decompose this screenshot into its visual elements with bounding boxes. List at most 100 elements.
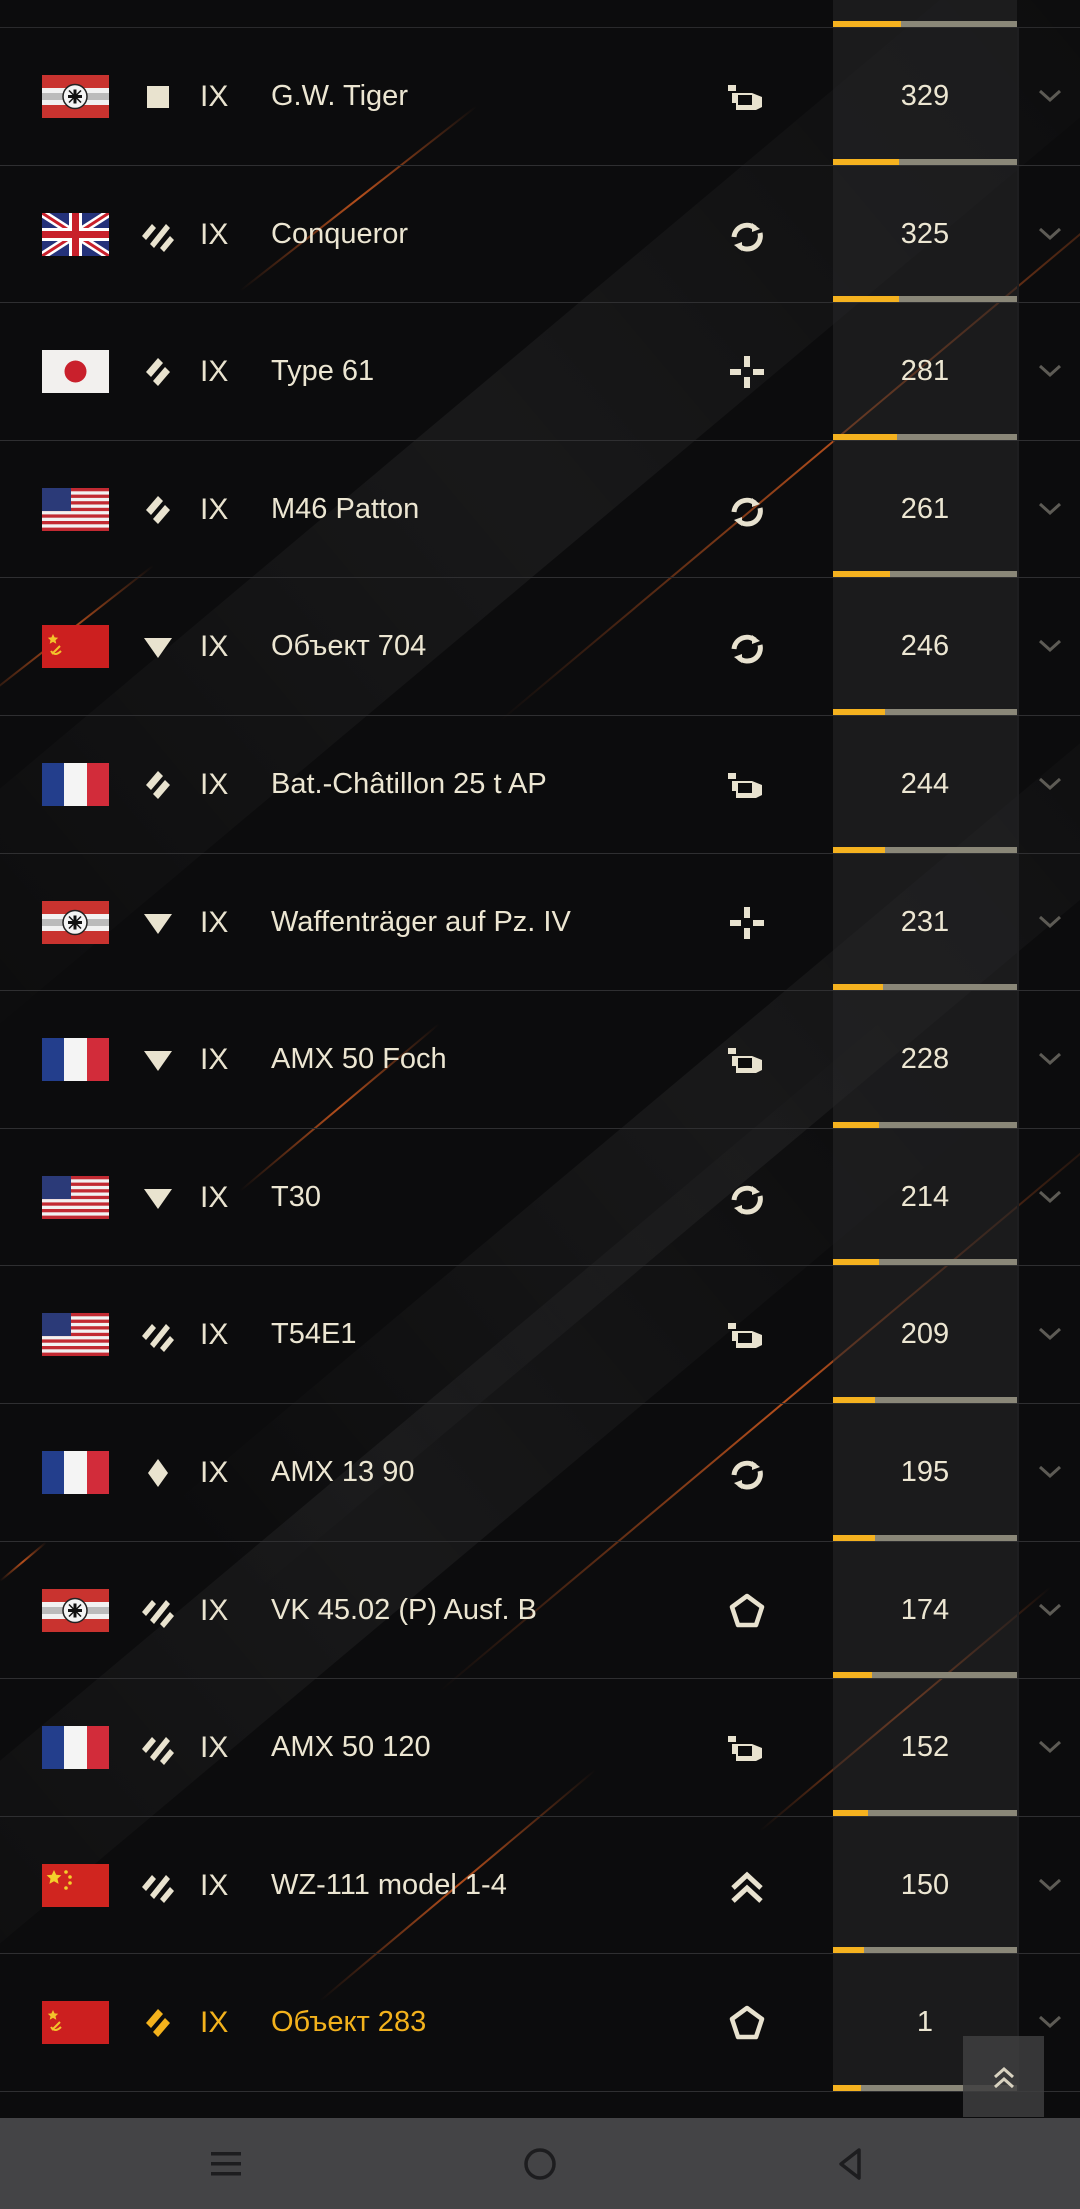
progress-bar (833, 21, 1017, 27)
vehicle-name: AMX 13 90 (271, 1455, 415, 1488)
vehicle-name: Объект 283 (271, 2006, 427, 2039)
battle-count: 228 (900, 1043, 950, 1076)
spg-role-icon (722, 1728, 772, 1768)
expand-row-button[interactable] (1030, 353, 1070, 389)
chevron-down-icon (1038, 1465, 1062, 1478)
vehicle-row[interactable]: IX Conqueror 325 (0, 165, 1080, 304)
vehicle-row[interactable]: IX WZ-111 model 1-4 150 (0, 1816, 1080, 1955)
chevron-down-icon (1038, 1741, 1062, 1754)
vehicle-tier: IX (200, 1731, 229, 1765)
vehicle-list: IX G.W. Tiger 329 IX Conqueror 325 IX Type 61 28… (0, 0, 1080, 2092)
vehicle-row[interactable]: IX Объект 283 1 (0, 1954, 1080, 2092)
progress-bar (833, 846, 1017, 853)
heavy-role-icon (722, 2003, 772, 2043)
nation-flag-france (42, 1450, 109, 1494)
nation-flag-japan (42, 350, 109, 394)
vehicle-tier: IX (200, 80, 229, 113)
vehicle-name: T54E1 (271, 1318, 357, 1351)
home-circle-icon (524, 2147, 556, 2180)
expand-row-button[interactable] (1030, 491, 1070, 527)
expand-row-button[interactable] (1030, 1454, 1070, 1490)
td-icon (138, 622, 178, 672)
battle-count: 150 (900, 1868, 950, 1901)
battle-count: 231 (900, 905, 950, 938)
expand-row-button[interactable] (1030, 2004, 1070, 2040)
nation-flag-ussr (42, 625, 109, 669)
chevron-down-icon (1038, 89, 1062, 103)
vehicle-row[interactable]: IX Waffenträger auf Pz. IV 231 (0, 853, 1080, 992)
vehicle-row[interactable]: IX AMX 13 90 195 (0, 1403, 1080, 1542)
vehicle-tier: IX (200, 1318, 229, 1352)
versatile-role-icon (722, 627, 772, 667)
progress-bar (833, 1121, 1017, 1128)
battle-count: 209 (900, 1318, 950, 1351)
spg-role-icon (722, 77, 772, 117)
vehicle-name: Bat.-Châtillon 25 t AP (271, 767, 547, 800)
vehicle-tier: IX (200, 492, 229, 526)
medium-tank-icon (138, 210, 178, 260)
battle-count: 329 (900, 80, 950, 112)
light-diamond-icon (138, 1448, 178, 1498)
expand-row-button[interactable] (1030, 1729, 1070, 1765)
nation-flag-uk (42, 212, 109, 256)
vehicle-tier: IX (200, 1180, 229, 1214)
double-chevron-up-icon (993, 2066, 1014, 2088)
vehicle-tier: IX (200, 217, 229, 251)
expand-row-button[interactable] (1030, 628, 1070, 664)
chevron-down-icon (1038, 640, 1062, 653)
nation-flag-usa (42, 1175, 109, 1219)
vehicle-row[interactable]: IX VK 45.02 (P) Ausf. B 174 (0, 1541, 1080, 1680)
spg-role-icon (722, 1315, 772, 1355)
versatile-role-icon (722, 215, 772, 255)
vehicle-name: VK 45.02 (P) Ausf. B (271, 1593, 537, 1626)
medium-tank-icon (138, 1861, 178, 1911)
nation-flag-ussr (42, 2001, 109, 2045)
chevron-down-icon (1038, 1603, 1062, 1616)
vehicle-row[interactable]: IX Bat.-Châtillon 25 t AP 244 (0, 715, 1080, 854)
expand-row-button[interactable] (1030, 1179, 1070, 1215)
scroll-to-top-button[interactable] (963, 2036, 1044, 2117)
battle-count: 281 (900, 355, 950, 388)
vehicle-tier: IX (200, 1455, 229, 1489)
chevron-down-icon (1038, 502, 1062, 515)
vehicle-tier: IX (200, 1043, 229, 1077)
progress-bar (833, 158, 1017, 165)
vehicle-name: T30 (271, 1180, 321, 1213)
nation-flag-france (42, 762, 109, 806)
light-tank-icon (138, 1998, 178, 2048)
system-navigation-bar (0, 2118, 1080, 2209)
vehicle-tier: IX (200, 630, 229, 664)
nav-home-button[interactable] (480, 2118, 600, 2209)
expand-row-button[interactable] (1030, 766, 1070, 802)
vehicle-row[interactable]: IX T54E1 209 (0, 1266, 1080, 1404)
expand-row-button[interactable] (1030, 1316, 1070, 1352)
expand-row-button[interactable] (1030, 1592, 1070, 1628)
progress-bar (833, 296, 1017, 303)
nav-back-button[interactable] (790, 2118, 910, 2209)
vehicle-row[interactable]: IX T30 214 (0, 1128, 1080, 1267)
vehicle-row[interactable]: IX G.W. Tiger 329 (0, 28, 1080, 166)
battle-count: 195 (900, 1455, 950, 1488)
support-role-icon (722, 903, 772, 943)
expand-row-button[interactable] (1030, 1041, 1070, 1077)
vehicle-row[interactable]: IX Объект 704 246 (0, 578, 1080, 716)
vehicle-row[interactable]: IX AMX 50 Foch 228 (0, 991, 1080, 1129)
td-icon (138, 1035, 178, 1085)
nation-flag-germany (42, 900, 109, 944)
expand-row-button[interactable] (1030, 904, 1070, 940)
nav-menu-button[interactable] (166, 2118, 286, 2209)
expand-row-button[interactable] (1030, 1867, 1070, 1903)
support-role-icon (722, 352, 772, 392)
vehicle-tier: IX (200, 905, 229, 939)
expand-row-button[interactable] (1030, 78, 1070, 114)
vehicle-tier: IX (200, 1868, 229, 1902)
light-tank-icon (138, 485, 178, 535)
vehicle-tier: IX (200, 1593, 229, 1627)
vehicle-row[interactable]: IX M46 Patton 261 (0, 440, 1080, 579)
vehicle-row[interactable]: IX Type 61 281 (0, 303, 1080, 441)
versatile-role-icon (722, 490, 772, 530)
vehicle-row[interactable]: IX AMX 50 120 152 (0, 1679, 1080, 1817)
expand-row-button[interactable] (1030, 216, 1070, 252)
nation-flag-china (42, 1863, 109, 1907)
previous-row-edge (0, 0, 1080, 28)
